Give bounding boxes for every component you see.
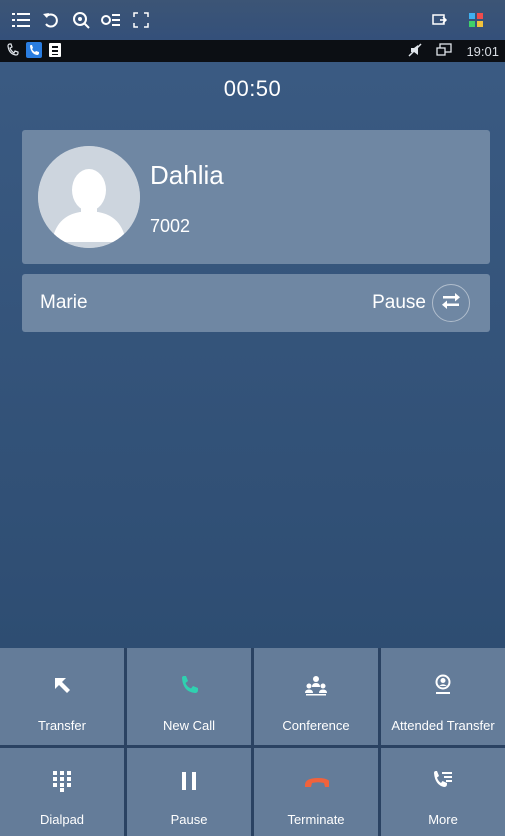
call-actions-grid: Transfer New Call Conference Attended Tr… bbox=[0, 648, 505, 836]
status-bar: 19:01 bbox=[0, 40, 505, 62]
apps-icon[interactable] bbox=[465, 9, 487, 31]
dialpad-label: Dialpad bbox=[39, 812, 85, 827]
more-button[interactable]: More bbox=[381, 748, 505, 836]
mute-icon bbox=[408, 42, 422, 60]
contacts-icon bbox=[48, 42, 62, 61]
terminate-button[interactable]: Terminate bbox=[254, 748, 378, 836]
pause-label: Pause bbox=[170, 812, 208, 827]
pause-icon bbox=[176, 768, 202, 794]
transfer-button[interactable]: Transfer bbox=[0, 648, 124, 745]
held-call-card[interactable]: Marie Pause bbox=[22, 274, 490, 332]
menu-icon[interactable] bbox=[10, 9, 32, 31]
swap-call-button[interactable] bbox=[432, 284, 470, 322]
new-call-button[interactable]: New Call bbox=[127, 648, 251, 745]
call-timer: 00:50 bbox=[223, 76, 282, 101]
avatar bbox=[38, 146, 140, 248]
terminate-label: Terminate bbox=[287, 812, 345, 827]
screen-share-icon[interactable] bbox=[429, 9, 451, 31]
more-icon bbox=[430, 768, 456, 794]
zoom-icon[interactable] bbox=[70, 9, 92, 31]
pause-button[interactable]: Pause bbox=[127, 748, 251, 836]
more-label: More bbox=[428, 812, 458, 827]
screen-icon bbox=[436, 42, 453, 60]
call-screen: 00:50 Dahlia 7002 Marie Pause bbox=[0, 62, 505, 648]
held-caller-name: Marie bbox=[40, 292, 88, 313]
held-status-label: Pause bbox=[372, 292, 426, 313]
attended-transfer-icon bbox=[430, 672, 456, 698]
fullscreen-icon[interactable] bbox=[130, 9, 152, 31]
caller-name: Dahlia bbox=[150, 160, 224, 190]
caller-number: 7002 bbox=[150, 216, 191, 236]
hangup-icon bbox=[303, 768, 329, 794]
new-call-label: New Call bbox=[162, 718, 215, 733]
attended-transfer-button[interactable]: Attended Transfer bbox=[381, 648, 505, 745]
rotate-icon[interactable] bbox=[40, 9, 62, 31]
attended-transfer-label: Attended Transfer bbox=[391, 718, 495, 733]
dialpad-icon bbox=[49, 768, 75, 794]
conference-button[interactable]: Conference bbox=[254, 648, 378, 745]
transfer-icon bbox=[49, 672, 75, 698]
clock-time: 19:01 bbox=[466, 43, 499, 59]
settings-icon[interactable] bbox=[100, 9, 122, 31]
transfer-label: Transfer bbox=[38, 718, 86, 733]
conference-icon bbox=[303, 672, 329, 698]
emulator-toolbar bbox=[0, 0, 505, 40]
swap-icon bbox=[442, 292, 460, 314]
active-call-icon bbox=[26, 41, 42, 61]
dialpad-button[interactable]: Dialpad bbox=[0, 748, 124, 836]
call-status-icon bbox=[6, 42, 20, 60]
conference-label: Conference bbox=[282, 718, 350, 733]
active-call-card[interactable]: Dahlia 7002 bbox=[22, 130, 490, 264]
phone-icon bbox=[176, 672, 202, 698]
